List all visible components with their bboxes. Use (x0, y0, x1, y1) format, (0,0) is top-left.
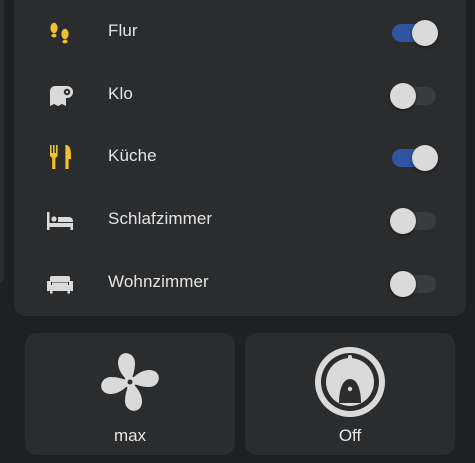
toilet-paper-icon (44, 79, 76, 111)
sofa-icon (44, 267, 76, 299)
room-row-klo[interactable]: Klo (14, 64, 466, 124)
fan-tile[interactable]: max (25, 333, 235, 455)
toggle-knob (412, 145, 438, 171)
room-row-kueche[interactable]: Küche (14, 126, 466, 186)
toggle-knob (412, 20, 438, 46)
room-label: Küche (108, 146, 157, 165)
toggle-knob (390, 271, 416, 297)
fan-icon (93, 345, 167, 419)
footprints-icon (44, 16, 76, 48)
room-toggle-kueche[interactable] (390, 145, 438, 171)
room-toggle-wohnzimmer[interactable] (390, 271, 438, 297)
vacuum-state-label: Off (338, 426, 362, 445)
room-toggle-flur[interactable] (390, 20, 438, 46)
adjacent-card-edge (0, 0, 4, 284)
room-row-wohnzimmer[interactable]: Wohnzimmer (14, 252, 466, 312)
bed-icon (44, 204, 76, 236)
toggle-knob (390, 83, 416, 109)
toggle-knob (390, 208, 416, 234)
fork-knife-icon (44, 141, 76, 173)
room-label: Wohnzimmer (108, 272, 209, 291)
vacuum-tile[interactable]: Off (245, 333, 455, 455)
rooms-card: Flur Klo Küche Schlafzimmer Wohnzimmer (14, 0, 466, 316)
room-label: Klo (108, 84, 133, 103)
room-row-flur[interactable]: Flur (14, 1, 466, 61)
robot-vacuum-icon (313, 345, 387, 419)
room-label: Flur (108, 21, 138, 40)
room-row-schlafzimmer[interactable]: Schlafzimmer (14, 189, 466, 249)
room-toggle-klo[interactable] (390, 83, 438, 109)
room-toggle-schlafzimmer[interactable] (390, 208, 438, 234)
fan-state-label: max (113, 426, 147, 445)
room-label: Schlafzimmer (108, 209, 213, 228)
